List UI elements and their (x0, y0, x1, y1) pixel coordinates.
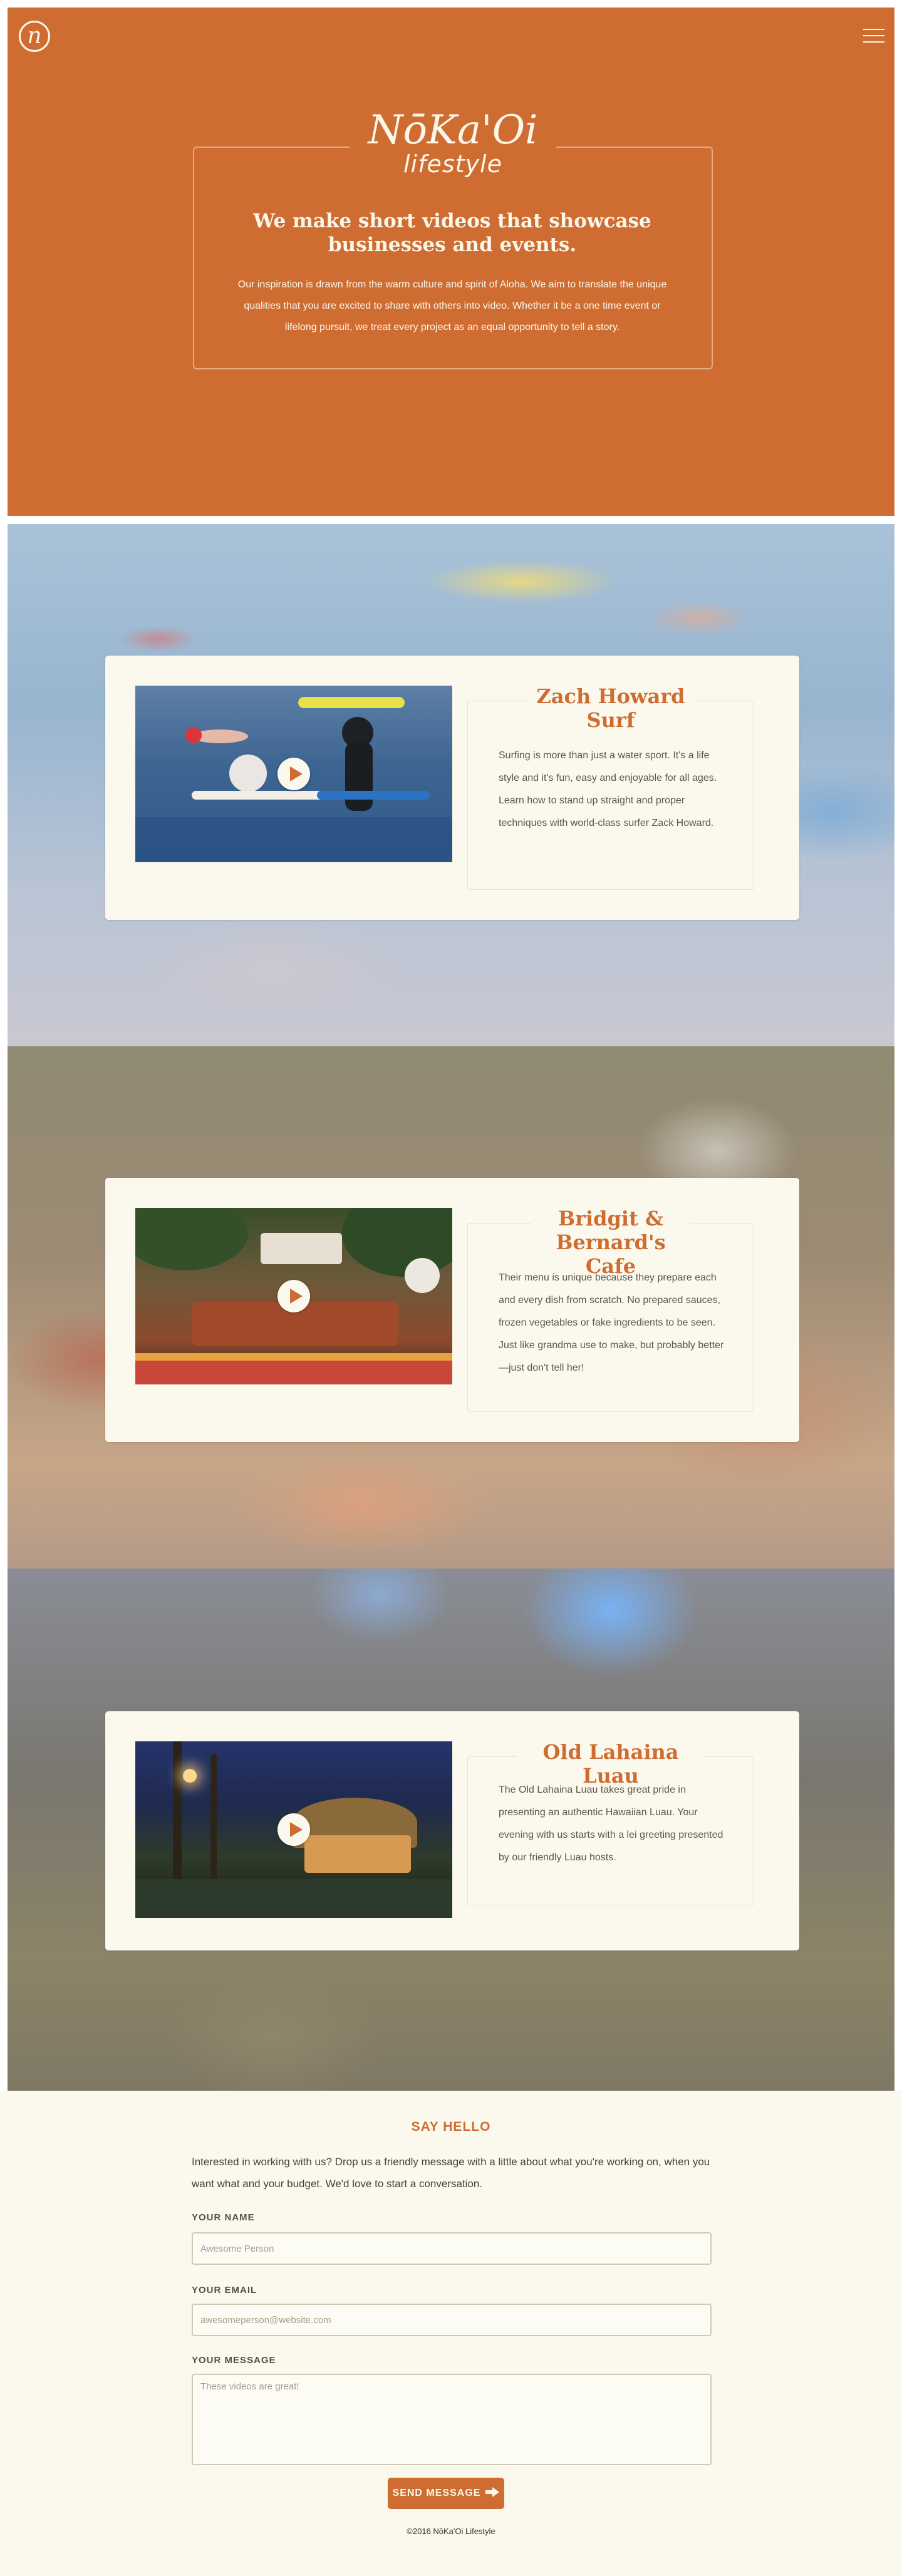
video-title: Zach Howard Surf (531, 684, 690, 732)
video-section-surf: Zach Howard Surf Surfing is more than ju… (8, 524, 894, 1046)
intro-heading: We make short videos that showcase busin… (253, 210, 651, 256)
video-description: The Old Lahaina Luau takes great pride i… (499, 1785, 723, 1863)
message-field[interactable] (192, 2374, 712, 2465)
name-field[interactable] (192, 2232, 712, 2265)
logo-icon[interactable]: n (19, 21, 50, 52)
contact-section: SAY HELLO Interested in working with us?… (0, 2091, 902, 2576)
video-section-luau: Old Lahaina Luau The Old Lahaina Luau ta… (8, 1569, 894, 2091)
arrow-right-icon (485, 2486, 500, 2500)
hamburger-icon[interactable] (863, 29, 884, 44)
video-card: Zach Howard Surf Surfing is more than ju… (105, 656, 799, 920)
contact-heading: SAY HELLO (411, 2120, 491, 2134)
video-thumbnail[interactable] (135, 686, 452, 862)
email-field[interactable] (192, 2304, 712, 2336)
play-icon[interactable] (277, 1813, 310, 1846)
intro-text: Our inspiration is drawn from the warm c… (237, 279, 667, 332)
send-message-button[interactable]: SEND MESSAGE (388, 2478, 504, 2509)
brand-logo: NōKa'Oi lifestyle (350, 109, 556, 177)
video-description: Surfing is more than just a water sport.… (499, 750, 717, 828)
name-label: YOUR NAME (192, 2212, 255, 2223)
footer-copyright: ©2016 NōKa'Oi Lifestyle (407, 2527, 495, 2536)
video-section-cafe: Bridgit & Bernard's Cafe Their menu is u… (8, 1046, 894, 1569)
send-button-label: SEND MESSAGE (392, 2488, 481, 2498)
brand-name: NōKa'Oi (368, 107, 538, 153)
hero-section: n NōKa'Oi lifestyle We make short videos… (8, 8, 894, 516)
brand-tagline: lifestyle (403, 150, 502, 178)
video-description: Their menu is unique because they prepar… (499, 1272, 724, 1373)
video-card: Old Lahaina Luau The Old Lahaina Luau ta… (105, 1711, 799, 1950)
video-thumbnail[interactable] (135, 1741, 452, 1918)
contact-intro: Interested in working with us? Drop us a… (192, 2156, 710, 2190)
play-icon[interactable] (277, 1280, 310, 1312)
video-thumbnail[interactable] (135, 1208, 452, 1384)
email-label: YOUR EMAIL (192, 2285, 257, 2295)
video-card: Bridgit & Bernard's Cafe Their menu is u… (105, 1178, 799, 1442)
page: n NōKa'Oi lifestyle We make short videos… (0, 0, 902, 2576)
message-label: YOUR MESSAGE (192, 2355, 276, 2366)
play-icon[interactable] (277, 758, 310, 790)
